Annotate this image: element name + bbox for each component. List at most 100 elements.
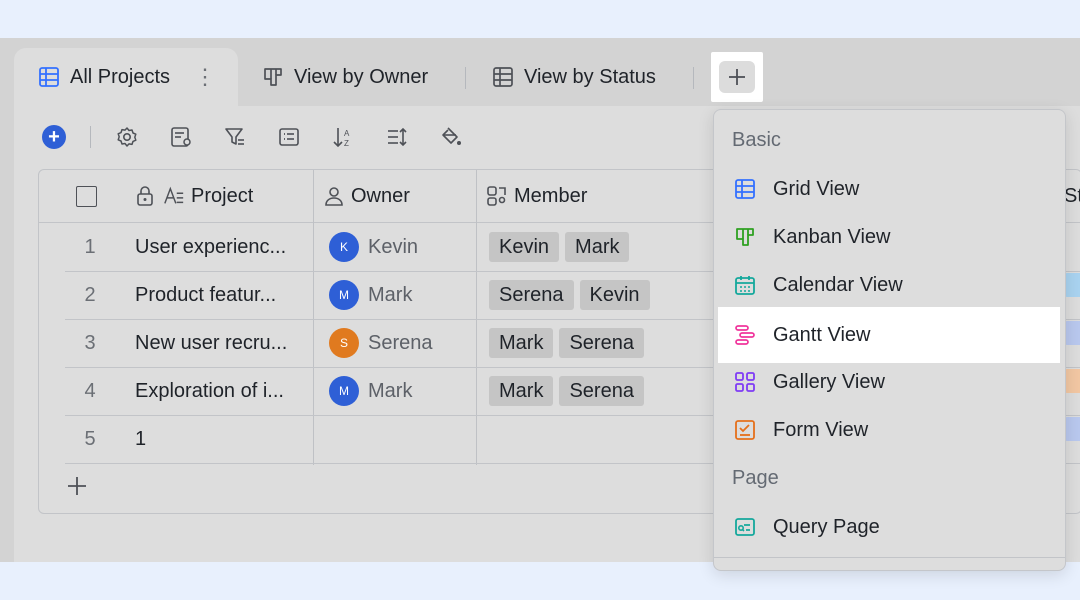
- owner-cell[interactable]: M Mark: [329, 280, 412, 310]
- tab-label: View by Status: [524, 65, 656, 88]
- svg-text:A: A: [344, 129, 350, 138]
- project-cell[interactable]: Exploration of i...: [135, 380, 284, 403]
- column-header-owner[interactable]: Owner: [323, 170, 410, 222]
- column-header-project[interactable]: Project: [135, 170, 253, 222]
- text-field-icon: [163, 185, 185, 207]
- menu-item-query-page[interactable]: Query Page: [714, 503, 1065, 551]
- gallery-view-icon: [734, 371, 756, 393]
- add-view-button[interactable]: [711, 52, 763, 102]
- group-icon[interactable]: [277, 125, 301, 149]
- row-number: 1: [84, 236, 96, 258]
- owner-name: Kevin: [368, 235, 419, 258]
- member-cell[interactable]: Kevin Mark: [489, 232, 630, 262]
- toolbar-divider: [90, 126, 91, 148]
- tab-divider: [465, 67, 466, 89]
- column-header-status[interactable]: St: [1064, 170, 1080, 222]
- toolbar: + AZ: [42, 120, 493, 154]
- menu-item-label: Query Page: [773, 515, 880, 538]
- row-number: 3: [84, 332, 96, 354]
- avatar: M: [329, 376, 359, 406]
- row-height-icon[interactable]: [385, 125, 409, 149]
- add-record-button[interactable]: +: [42, 125, 66, 149]
- column-label: Project: [191, 184, 254, 207]
- person-icon: [323, 185, 345, 207]
- owner-name: Mark: [368, 379, 413, 402]
- grid-view-icon: [492, 66, 514, 88]
- menu-item-kanban-view[interactable]: Kanban View: [714, 213, 1065, 261]
- member-chip: Kevin: [489, 232, 560, 262]
- member-chip: Kevin: [579, 280, 650, 310]
- member-cell[interactable]: Serena Kevin: [489, 280, 650, 310]
- avatar: K: [329, 232, 359, 262]
- menu-item-form-view[interactable]: Form View: [714, 406, 1065, 454]
- project-cell[interactable]: New user recru...: [135, 332, 287, 355]
- menu-divider: [714, 557, 1065, 558]
- member-chip: Mark: [489, 328, 554, 358]
- owner-cell[interactable]: S Serena: [329, 328, 433, 358]
- tab-view-by-status[interactable]: View by Status: [492, 48, 656, 106]
- svg-text:Z: Z: [344, 139, 349, 148]
- menu-item-label: Gantt View: [773, 323, 871, 346]
- menu-item-calendar-view[interactable]: Calendar View: [714, 261, 1065, 309]
- gantt-view-icon: [734, 324, 756, 346]
- member-chip: Serena: [489, 280, 574, 310]
- row-number: 4: [84, 380, 96, 402]
- column-header-member[interactable]: Member: [486, 170, 587, 222]
- row-number: 2: [84, 284, 96, 306]
- menu-item-label: Kanban View: [773, 225, 891, 248]
- tab-label: View by Owner: [294, 65, 429, 88]
- add-row-button[interactable]: [65, 474, 89, 498]
- member-cell[interactable]: Mark Serena: [489, 328, 644, 358]
- member-chip: Serena: [559, 328, 644, 358]
- select-all-checkbox[interactable]: [76, 186, 97, 207]
- row-number: 5: [84, 428, 96, 450]
- member-chip: Mark: [565, 232, 630, 262]
- menu-item-label: Gallery View: [773, 370, 885, 393]
- settings-icon[interactable]: [115, 125, 139, 149]
- member-chip: Serena: [559, 376, 644, 406]
- tab-label: All Projects: [70, 65, 171, 88]
- menu-item-gantt-view[interactable]: Gantt View: [718, 307, 1060, 363]
- status-chip: [1064, 369, 1080, 393]
- status-chip: [1064, 273, 1080, 297]
- column-label: Owner: [351, 184, 410, 207]
- member-chip: Mark: [489, 376, 554, 406]
- field-settings-icon[interactable]: [169, 125, 193, 149]
- column-label: St: [1064, 184, 1080, 207]
- add-view-menu: Basic Grid View Kanban View Calendar Vie…: [713, 109, 1066, 571]
- menu-item-label: Form View: [773, 418, 869, 441]
- tab-divider: [693, 67, 694, 89]
- project-cell[interactable]: User experienc...: [135, 236, 286, 259]
- member-cell[interactable]: Mark Serena: [489, 376, 644, 406]
- query-page-icon: [734, 516, 756, 538]
- grid-view-icon: [38, 66, 60, 88]
- status-chip: [1064, 321, 1080, 345]
- project-cell[interactable]: 1: [135, 428, 146, 451]
- status-chip: [1064, 417, 1080, 441]
- more-icon[interactable]: ⋮: [194, 64, 216, 90]
- menu-section-basic: Basic: [732, 129, 781, 151]
- tab-all-projects[interactable]: All Projects ⋮: [14, 48, 238, 106]
- owner-cell[interactable]: M Mark: [329, 376, 412, 406]
- kanban-view-icon: [734, 226, 756, 248]
- menu-item-gallery-view[interactable]: Gallery View: [714, 358, 1065, 406]
- column-label: Member: [514, 184, 588, 207]
- fill-color-icon[interactable]: [439, 125, 463, 149]
- group-icon: [486, 185, 508, 207]
- grid-view-icon: [734, 178, 756, 200]
- lock-icon: [135, 185, 157, 207]
- menu-item-grid-view[interactable]: Grid View: [714, 165, 1065, 213]
- calendar-view-icon: [734, 274, 756, 296]
- avatar: M: [329, 280, 359, 310]
- menu-item-label: Grid View: [773, 177, 860, 200]
- avatar: S: [329, 328, 359, 358]
- project-cell[interactable]: Product featur...: [135, 284, 276, 307]
- menu-item-label: Calendar View: [773, 273, 903, 296]
- tab-view-by-owner[interactable]: View by Owner: [262, 48, 428, 106]
- filter-icon[interactable]: [223, 125, 247, 149]
- owner-cell[interactable]: K Kevin: [329, 232, 418, 262]
- sort-icon[interactable]: AZ: [331, 125, 355, 149]
- plus-icon: [719, 61, 755, 93]
- owner-name: Serena: [368, 331, 433, 354]
- kanban-view-icon: [262, 66, 284, 88]
